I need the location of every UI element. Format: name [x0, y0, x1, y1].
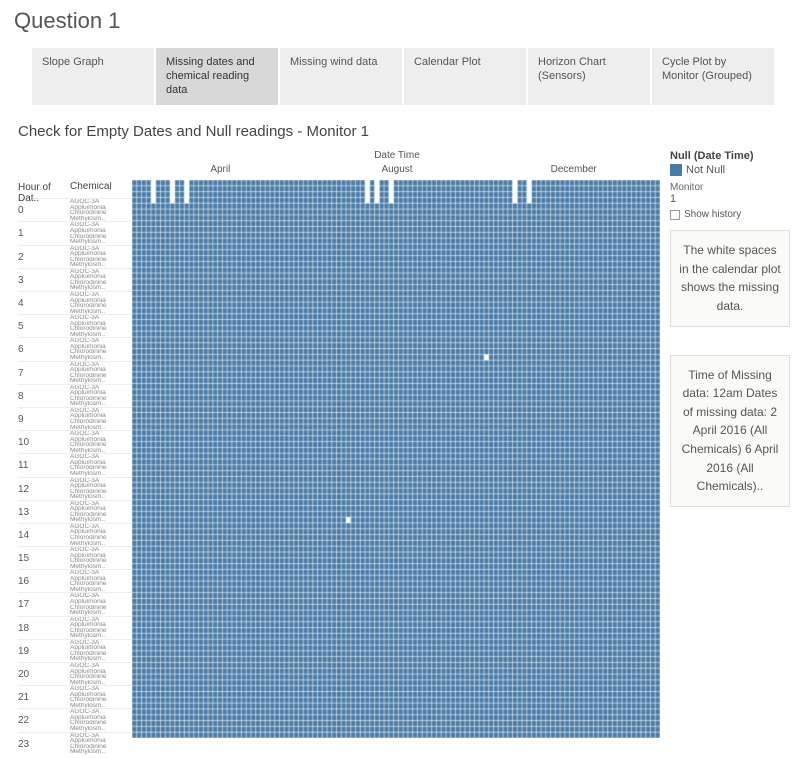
chemical-group: AGOC-3AAppluimoniaChlorodinineMethylosm.…	[70, 453, 132, 476]
hour-label: 7	[18, 361, 70, 384]
chemical-group: AGOC-3AAppluimoniaChlorodinineMethylosm.…	[70, 384, 132, 407]
hour-label: 9	[18, 407, 70, 430]
legend-title: Null (Date Time)	[670, 150, 790, 162]
month-ticks: AprilAugustDecember	[132, 164, 662, 180]
chart-title: Check for Empty Dates and Null readings …	[8, 123, 800, 140]
chemical-group: AGOC-3AAppluimoniaChlorodinineMethylosm.…	[70, 430, 132, 453]
chemical-group: AGOC-3AAppluimoniaChlorodinineMethylosm.…	[70, 477, 132, 500]
chemical-group: AGOC-3AAppluimoniaChlorodinineMethylosm.…	[70, 616, 132, 639]
tab-0[interactable]: Slope Graph	[32, 48, 154, 105]
month-tick: April	[132, 164, 309, 180]
hour-label: 22	[18, 708, 70, 731]
hour-label: 12	[18, 477, 70, 500]
chemical-group: AGOC-3AAppluimoniaChlorodinineMethylosm.…	[70, 732, 132, 755]
chemical-group: AGOC-3AAppluimoniaChlorodinineMethylosm.…	[70, 708, 132, 731]
month-tick: December	[485, 164, 662, 180]
filter-value: 1	[670, 193, 790, 205]
month-tick: August	[309, 164, 486, 180]
chemical-group: AGOC-3AAppluimoniaChlorodinineMethylosm.…	[70, 291, 132, 314]
chemical-group: AGOC-3AAppluimoniaChlorodinineMethylosm.…	[70, 245, 132, 268]
chemical-group: AGOC-3AAppluimoniaChlorodinineMethylosm.…	[70, 361, 132, 384]
tab-bar: Slope GraphMissing dates and chemical re…	[8, 48, 800, 105]
chemical-group: AGOC-3AAppluimoniaChlorodinineMethylosm.…	[70, 523, 132, 546]
hour-label: 16	[18, 569, 70, 592]
hour-label: 14	[18, 523, 70, 546]
chemical-group: AGOC-3AAppluimoniaChlorodinineMethylosm.…	[70, 569, 132, 592]
hour-label: 13	[18, 500, 70, 523]
hour-label: 8	[18, 384, 70, 407]
show-history-checkbox[interactable]: Show history	[670, 209, 790, 220]
calendar-heatmap	[132, 180, 660, 738]
x-axis-title: Date Time	[132, 150, 662, 164]
tab-5[interactable]: Cycle Plot by Monitor (Grouped)	[652, 48, 774, 105]
hour-label: 18	[18, 616, 70, 639]
hour-label: 17	[18, 592, 70, 615]
chemical-group: AGOC-3AAppluimoniaChlorodinineMethylosm.…	[70, 407, 132, 430]
annotation-2: Time of Missing data: 12am Dates of miss…	[670, 355, 790, 507]
hour-label: 3	[18, 268, 70, 291]
hour-label: 1	[18, 221, 70, 244]
hour-label: 21	[18, 685, 70, 708]
checkbox-icon	[670, 210, 680, 220]
hour-label: 23	[18, 732, 70, 755]
chemical-axis-label: Chemical	[70, 182, 132, 196]
hour-label: 19	[18, 639, 70, 662]
chemical-group: AGOC-3AAppluimoniaChlorodinineMethylosm.…	[70, 500, 132, 523]
hour-label: 5	[18, 314, 70, 337]
hour-label: 2	[18, 245, 70, 268]
hour-label: 20	[18, 662, 70, 685]
chemical-group: AGOC-3AAppluimoniaChlorodinineMethylosm.…	[70, 546, 132, 569]
tab-1[interactable]: Missing dates and chemical reading data	[156, 48, 278, 105]
chemical-group: AGOC-3AAppluimoniaChlorodinineMethylosm.…	[70, 337, 132, 360]
chemical-group: AGOC-3AAppluimoniaChlorodinineMethylosm.…	[70, 639, 132, 662]
hour-axis-label: Hour of Dat..	[18, 182, 70, 196]
row-headers: Hour of Dat.. 01234567891011121314151617…	[8, 150, 132, 755]
chemical-group: AGOC-3AAppluimoniaChlorodinineMethylosm.…	[70, 314, 132, 337]
chemical-group: AGOC-3AAppluimoniaChlorodinineMethylosm.…	[70, 268, 132, 291]
hour-label: 6	[18, 337, 70, 360]
filter-label: Monitor	[670, 182, 790, 193]
legend-label: Not Null	[686, 164, 725, 176]
legend-item-not-null: Not Null	[670, 164, 790, 176]
legend-swatch	[670, 164, 682, 176]
chemical-group: AGOC-3AAppluimoniaChlorodinineMethylosm.…	[70, 592, 132, 615]
chemical-group: AGOC-3AAppluimoniaChlorodinineMethylosm.…	[70, 221, 132, 244]
annotation-1: The white spaces in the calendar plot sh…	[670, 230, 790, 326]
tab-4[interactable]: Horizon Chart (Sensors)	[528, 48, 650, 105]
page-title: Question 1	[8, 8, 800, 34]
chemical-group: AGOC-3AAppluimoniaChlorodinineMethylosm.…	[70, 198, 132, 221]
hour-label: 10	[18, 430, 70, 453]
chemical-group: AGOC-3AAppluimoniaChlorodinineMethylosm.…	[70, 685, 132, 708]
tab-3[interactable]: Calendar Plot	[404, 48, 526, 105]
hour-label: 4	[18, 291, 70, 314]
tab-2[interactable]: Missing wind data	[280, 48, 402, 105]
hour-label: 11	[18, 453, 70, 476]
show-history-label: Show history	[684, 209, 741, 220]
hour-label: 15	[18, 546, 70, 569]
chemical-group: AGOC-3AAppluimoniaChlorodinineMethylosm.…	[70, 662, 132, 685]
